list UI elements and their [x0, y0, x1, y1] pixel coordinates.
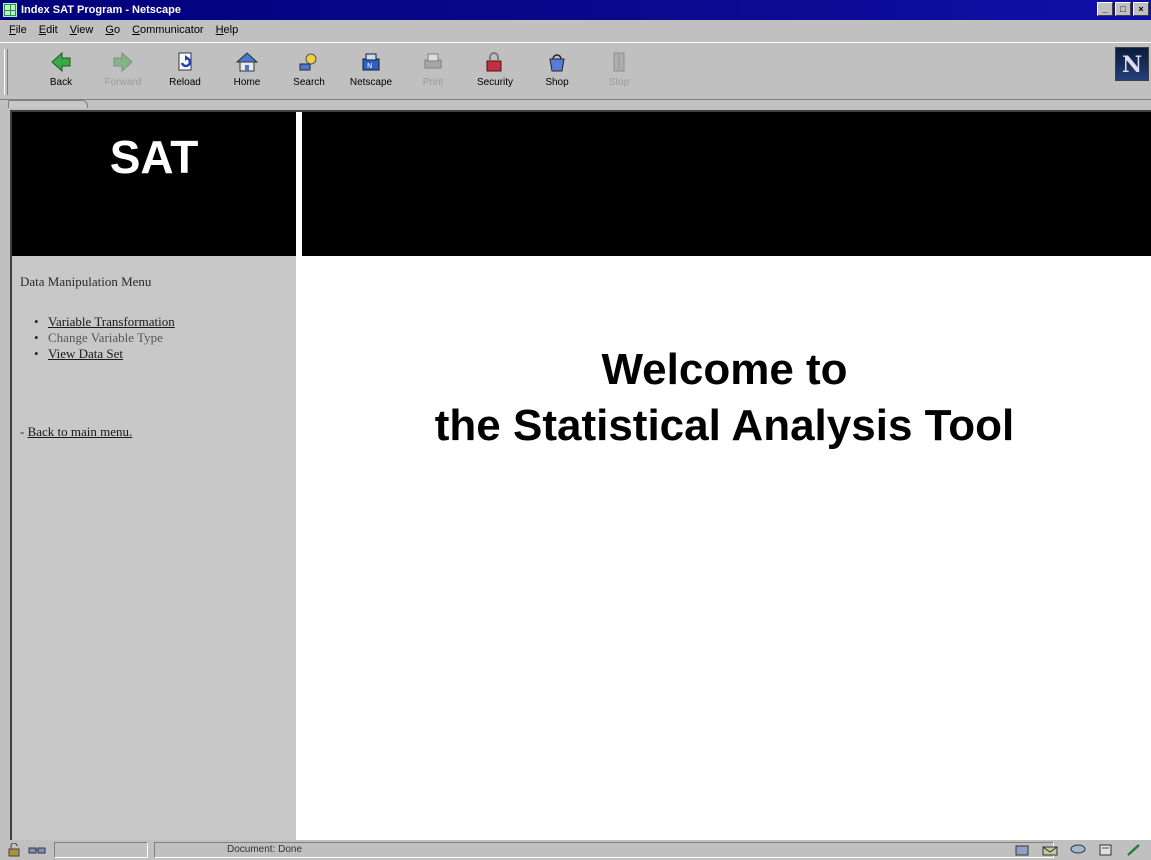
netscape-icon: N: [362, 53, 380, 71]
home-button[interactable]: Home: [216, 49, 278, 97]
shop-icon: [549, 54, 565, 72]
toolbar-grip[interactable]: [4, 49, 8, 95]
list-item: Variable Transformation: [34, 314, 175, 330]
menu-bar: File Edit View Go Communicator Help: [0, 20, 1151, 40]
page-content: SAT Data Manipulation Menu Variable Tran…: [10, 110, 1151, 840]
security-icon: [486, 52, 502, 72]
stop-label: Stop: [608, 77, 630, 88]
logo-frame: SAT: [12, 112, 296, 256]
shop-label: Shop: [545, 77, 569, 88]
navigation-toolbar: Back Forward Reload Home Search N Netsca…: [0, 42, 1151, 100]
main-frame: Welcome to the Statistical Analysis Tool: [296, 256, 1151, 840]
banner-frame: [302, 112, 1151, 256]
shop-button[interactable]: Shop: [526, 49, 588, 97]
forward-label: Forward: [104, 77, 142, 88]
search-label: Search: [293, 77, 325, 88]
status-text: Document: Done: [154, 842, 1054, 858]
close-button[interactable]: ×: [1133, 2, 1149, 16]
netscape-label: Netscape: [349, 77, 393, 88]
reload-label: Reload: [169, 77, 201, 88]
menu-file[interactable]: File: [4, 24, 32, 36]
back-button[interactable]: Back: [30, 49, 92, 97]
reload-icon: [178, 52, 192, 71]
menu-go[interactable]: Go: [100, 24, 125, 36]
menu-list: Variable Transformation Change Variable …: [34, 314, 175, 362]
welcome-line-2: the Statistical Analysis Tool: [434, 401, 1015, 450]
home-icon: [235, 52, 259, 72]
back-prefix: -: [20, 424, 28, 439]
connection-icon[interactable]: [28, 843, 46, 857]
menu-view[interactable]: View: [65, 24, 99, 36]
security-label: Security: [476, 77, 514, 88]
status-bar: Document: Done: [0, 840, 1151, 860]
forward-arrow-icon: [113, 51, 133, 73]
welcome-line-1: Welcome to: [601, 345, 848, 394]
netscape-logo[interactable]: N: [1115, 47, 1149, 81]
window-title: Index SAT Program - Netscape: [21, 4, 181, 16]
back-label: Back: [49, 77, 73, 88]
svg-text:N: N: [367, 62, 372, 70]
view-data-set-link[interactable]: View Data Set: [48, 346, 123, 361]
menu-edit[interactable]: Edit: [34, 24, 63, 36]
netscape-window-icon[interactable]: [3, 3, 17, 17]
change-variable-type-text: Change Variable Type: [48, 330, 163, 345]
back-row: - Back to main menu.: [20, 424, 132, 440]
print-button[interactable]: Print: [402, 49, 464, 97]
menu-heading: Data Manipulation Menu: [20, 274, 152, 289]
search-icon: [299, 53, 317, 71]
forward-button[interactable]: Forward: [92, 49, 154, 97]
navigator-icon[interactable]: [1013, 843, 1031, 857]
print-icon: [424, 53, 442, 69]
minimize-button[interactable]: _: [1097, 2, 1113, 16]
stop-button[interactable]: Stop: [588, 49, 650, 97]
variable-transformation-link[interactable]: Variable Transformation: [48, 314, 175, 329]
stop-icon: [613, 52, 625, 72]
security-button[interactable]: Security: [464, 49, 526, 97]
mailbox-icon[interactable]: [1041, 843, 1059, 857]
edit-pencil-icon[interactable]: [1125, 843, 1143, 857]
netscape-button[interactable]: N Netscape: [340, 49, 402, 97]
back-arrow-icon: [51, 51, 71, 73]
reload-button[interactable]: Reload: [154, 49, 216, 97]
composer-icon[interactable]: [1097, 843, 1115, 857]
maximize-button[interactable]: □: [1115, 2, 1131, 16]
back-to-main-menu-link[interactable]: Back to main menu.: [28, 424, 133, 439]
print-label: Print: [422, 77, 444, 88]
menu-frame: Data Manipulation Menu Variable Transfor…: [12, 256, 296, 840]
list-item: Change Variable Type: [34, 330, 175, 346]
security-lock-icon[interactable]: [6, 843, 24, 857]
discussion-icon[interactable]: [1069, 843, 1087, 857]
sat-logo-text: SAT: [109, 131, 199, 183]
menu-help[interactable]: Help: [211, 24, 244, 36]
list-item: View Data Set: [34, 346, 175, 362]
menu-communicator[interactable]: Communicator: [127, 24, 209, 36]
home-label: Home: [233, 77, 261, 88]
title-bar[interactable]: Index SAT Program - Netscape _ □ ×: [0, 0, 1151, 20]
progress-bar: [54, 842, 148, 858]
welcome-heading: Welcome to the Statistical Analysis Tool: [296, 342, 1151, 454]
search-button[interactable]: Search: [278, 49, 340, 97]
location-toolbar-tab[interactable]: [8, 100, 88, 108]
